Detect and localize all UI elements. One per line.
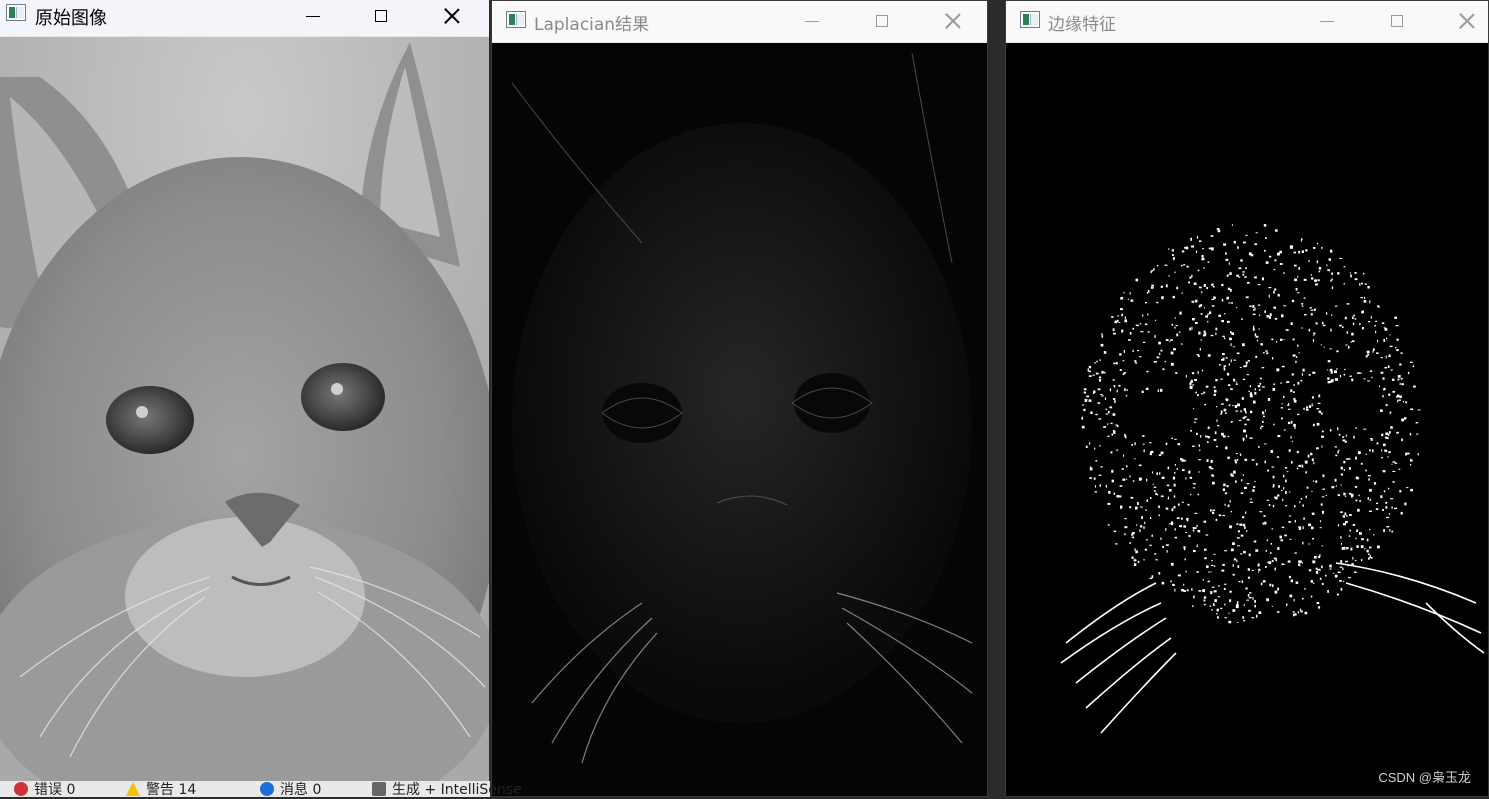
cat-binary-edge-image [1006,43,1488,796]
close-icon [945,13,961,29]
titlebar[interactable]: 边缘特征 [1006,1,1488,43]
cat-laplacian-image [492,43,987,796]
titlebar[interactable]: Laplacian结果 [492,1,987,43]
build-label: 生成 + IntelliSense [392,782,522,798]
image-display [0,37,489,781]
close-button[interactable] [429,0,475,32]
watermark-text: CSDN @枭玉龙 [1378,770,1471,785]
cat-grayscale-image [0,37,489,781]
minimize-icon [306,15,320,17]
app-icon [1020,11,1040,28]
warning-icon [126,782,140,796]
minimize-button[interactable] [789,5,835,37]
minimize-button[interactable] [290,0,336,32]
messages-label: 消息 0 [280,782,322,798]
window-edge-features[interactable]: 边缘特征 CSDN @枭玉龙 [1005,0,1489,797]
close-icon [444,8,460,24]
errors-label: 错误 0 [34,782,76,798]
error-icon [14,782,28,796]
minimize-button[interactable] [1304,5,1350,37]
warnings-filter[interactable]: 警告 14 [126,781,197,798]
close-icon [1459,13,1475,29]
window-title: Laplacian结果 [534,15,650,35]
app-icon [506,11,526,28]
app-icon [6,4,26,21]
warnings-label: 警告 14 [146,782,197,798]
window-laplacian-result[interactable]: Laplacian结果 [491,0,988,797]
maximize-icon [876,15,888,27]
error-list-bar: 错误 0 警告 14 消息 0 生成 + IntelliSense [0,781,522,798]
info-icon [260,782,274,796]
build-filter[interactable]: 生成 + IntelliSense [372,781,522,798]
close-button[interactable] [1444,5,1488,37]
build-icon [372,782,386,796]
maximize-icon [1391,15,1403,27]
window-title: 边缘特征 [1048,15,1116,35]
close-button[interactable] [930,5,976,37]
titlebar[interactable]: 原始图像 [0,0,489,37]
messages-filter[interactable]: 消息 0 [260,781,322,798]
maximize-button[interactable] [358,0,404,32]
window-title: 原始图像 [35,8,107,29]
errors-filter[interactable]: 错误 0 [14,781,76,798]
image-display [492,43,987,796]
minimize-icon [1320,20,1334,22]
maximize-button[interactable] [1374,5,1420,37]
maximize-icon [375,10,387,22]
window-original-image[interactable]: 原始图像 [0,0,489,781]
image-display [1006,43,1488,796]
minimize-icon [805,20,819,22]
maximize-button[interactable] [859,5,905,37]
